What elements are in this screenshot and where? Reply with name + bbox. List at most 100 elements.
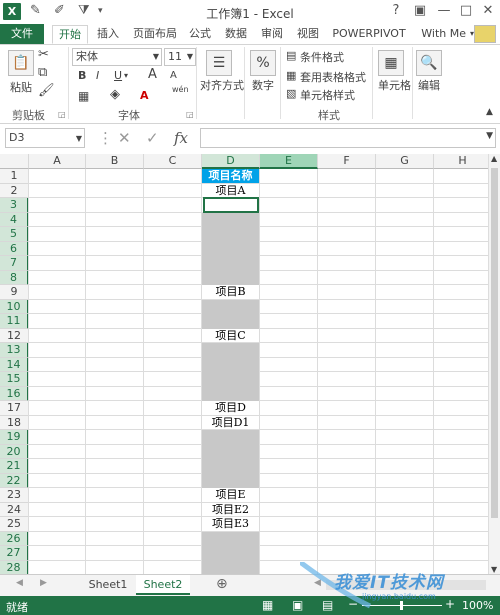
row-header-26[interactable]: 26 [0, 531, 29, 546]
row-header-21[interactable]: 21 [0, 459, 29, 474]
formula-input[interactable]: ▼ [200, 128, 496, 148]
find-icon[interactable]: 🔍 [416, 50, 442, 76]
gray-cell-d11[interactable] [202, 314, 260, 329]
row-header-18[interactable]: 18 [0, 415, 29, 430]
gray-cell-d8[interactable] [202, 270, 260, 285]
gray-cell-d26[interactable] [202, 531, 260, 546]
row-header-24[interactable]: 24 [0, 502, 29, 517]
chevron-down-icon[interactable]: ▾ [124, 71, 128, 80]
tab-file[interactable]: 文件 [0, 24, 44, 44]
gray-cell-d7[interactable] [202, 256, 260, 271]
vertical-scrollbar[interactable]: ▲ ▼ [488, 154, 500, 574]
close-button[interactable]: ✕ [478, 2, 498, 20]
cell-d9[interactable]: 项目B [202, 285, 259, 299]
fill-color-icon[interactable]: ◈ [110, 87, 120, 102]
cancel-icon[interactable]: ✕ [118, 129, 131, 147]
row-header-10[interactable]: 10 [0, 299, 29, 314]
select-all-corner[interactable] [0, 154, 29, 169]
clipboard-launcher-icon[interactable]: ◲ [58, 110, 66, 119]
row-header-17[interactable]: 17 [0, 401, 29, 416]
tab-view[interactable]: 视图 [292, 25, 324, 44]
gray-cell-d27[interactable] [202, 546, 260, 561]
row-header-5[interactable]: 5 [0, 227, 29, 242]
normal-view-icon[interactable]: ▦ [262, 598, 273, 612]
bold-button[interactable]: B [78, 69, 86, 82]
help-button[interactable]: ? [386, 2, 406, 20]
row-header-27[interactable]: 27 [0, 546, 29, 561]
italic-button[interactable]: I [96, 69, 99, 82]
gray-cell-d22[interactable] [202, 473, 260, 488]
tab-powerpivot[interactable]: POWERPIVOT [332, 25, 406, 44]
column-header-b[interactable]: B [86, 154, 144, 169]
active-cell[interactable] [203, 197, 259, 213]
format-painter-icon[interactable]: 🖌 [38, 83, 55, 98]
gray-cell-d19[interactable] [202, 430, 260, 445]
scroll-thumb[interactable] [491, 168, 498, 518]
number-label[interactable]: 数字 [252, 77, 274, 93]
font-size-select[interactable]: 11 ▼ [164, 48, 196, 66]
cell-styles-button[interactable]: 单元格样式 [300, 87, 355, 103]
column-header-e[interactable]: E [260, 154, 318, 169]
row-header-22[interactable]: 22 [0, 473, 29, 488]
row-header-3[interactable]: 3 [0, 198, 29, 213]
insert-function-icon[interactable]: fx [174, 129, 188, 147]
minimize-button[interactable]: — [434, 2, 454, 20]
sheet-tab-sheet1[interactable]: Sheet1 [82, 575, 134, 595]
cell-d1[interactable]: 项目名称 [202, 169, 259, 183]
cell-d23[interactable]: 项目E [202, 488, 259, 502]
row-header-4[interactable]: 4 [0, 212, 29, 227]
alignment-label[interactable]: 对齐方式 [200, 77, 244, 93]
paste-icon[interactable]: 📋 [8, 50, 34, 76]
shrink-font-button[interactable]: A [170, 70, 177, 81]
row-header-12[interactable]: 12 [0, 328, 29, 343]
copy-icon[interactable]: ⧉ [38, 65, 47, 80]
gray-cell-d10[interactable] [202, 299, 260, 314]
alignment-icon[interactable]: ☰ [206, 50, 232, 76]
row-header-2[interactable]: 2 [0, 183, 29, 198]
tab-page-layout[interactable]: 页面布局 [128, 25, 182, 44]
cell-d25[interactable]: 项目E3 [202, 517, 259, 531]
user-name[interactable]: With Me [421, 27, 466, 40]
expand-formula-icon[interactable]: ▼ [486, 131, 493, 141]
cell-d24[interactable]: 项目E2 [202, 503, 259, 517]
tab-insert[interactable]: 插入 [92, 25, 124, 44]
column-header-f[interactable]: F [318, 154, 376, 169]
add-sheet-icon[interactable]: ⊕ [216, 576, 228, 592]
row-header-9[interactable]: 9 [0, 285, 29, 300]
gray-cell-d20[interactable] [202, 444, 260, 459]
enter-icon[interactable]: ✓ [146, 129, 159, 147]
name-box[interactable]: D3 ▼ [5, 128, 85, 148]
gray-cell-d4[interactable] [202, 212, 260, 227]
cell-d12[interactable]: 项目C [202, 329, 259, 343]
format-as-table-button[interactable]: 套用表格格式 [300, 69, 366, 85]
cell-d17[interactable]: 项目D [202, 401, 259, 415]
tab-home[interactable]: 开始 [52, 25, 88, 44]
sheet-tab-sheet2[interactable]: Sheet2 [136, 575, 190, 595]
collapse-ribbon-icon[interactable]: ▲ [486, 107, 493, 117]
gray-cell-d5[interactable] [202, 227, 260, 242]
row-header-25[interactable]: 25 [0, 517, 29, 532]
gray-cell-d21[interactable] [202, 459, 260, 474]
next-sheet-icon[interactable]: ▶ [40, 578, 47, 588]
row-header-20[interactable]: 20 [0, 444, 29, 459]
row-header-7[interactable]: 7 [0, 256, 29, 271]
phonetic-button[interactable]: wén [172, 85, 189, 94]
cell-d2[interactable]: 项目A [202, 184, 259, 198]
avatar[interactable] [474, 25, 496, 43]
row-header-14[interactable]: 14 [0, 357, 29, 372]
conditional-format-button[interactable]: 条件格式 [300, 49, 344, 65]
row-header-13[interactable]: 13 [0, 343, 29, 358]
gray-cell-d14[interactable] [202, 357, 260, 372]
font-launcher-icon[interactable]: ◲ [186, 110, 194, 119]
row-header-28[interactable]: 28 [0, 560, 29, 574]
row-header-6[interactable]: 6 [0, 241, 29, 256]
row-header-15[interactable]: 15 [0, 372, 29, 387]
maximize-button[interactable]: □ [456, 2, 476, 20]
tab-data[interactable]: 数据 [220, 25, 252, 44]
column-header-c[interactable]: C [144, 154, 202, 169]
scroll-up-icon[interactable]: ▲ [491, 154, 497, 163]
font-color-button[interactable]: A [140, 89, 149, 102]
gray-cell-d6[interactable] [202, 241, 260, 256]
column-header-h[interactable]: H [434, 154, 488, 169]
cells-icon[interactable]: ▦ [378, 50, 404, 76]
